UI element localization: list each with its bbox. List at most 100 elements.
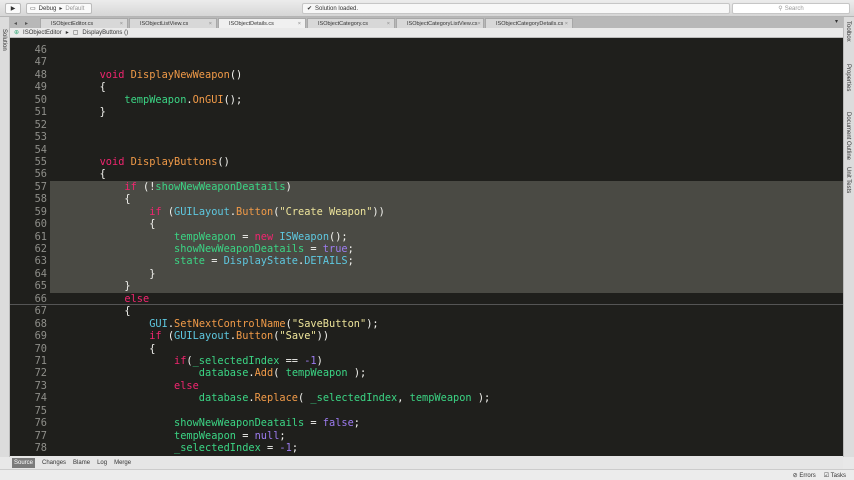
line-number: 64	[34, 267, 47, 280]
right-pad-bar: Toolbox Properties Document Outline Unit…	[843, 17, 854, 457]
view-tab-changes[interactable]: Changes	[42, 460, 66, 466]
view-tab-source[interactable]: Source	[12, 457, 36, 468]
view-tab-merge[interactable]: Merge	[114, 460, 131, 466]
code-line[interactable]: 56 {	[10, 168, 843, 180]
run-button[interactable]: ▶	[5, 3, 21, 14]
tab-1[interactable]: ISObjectListView.cs ×	[129, 18, 217, 28]
code-line[interactable]: 64 }	[10, 267, 843, 281]
code-line[interactable]: 66 else	[10, 292, 843, 306]
line-number: 51	[34, 106, 47, 119]
code-line[interactable]: 55 void DisplayButtons()	[10, 156, 843, 168]
close-tab-icon[interactable]: ×	[565, 21, 568, 27]
view-tab-blame[interactable]: Blame	[73, 460, 90, 466]
tab-2[interactable]: ISObjectDetails.cs ×	[218, 18, 306, 28]
code-line[interactable]: 48 void DisplayNewWeapon()	[10, 69, 843, 81]
code-line[interactable]: 77 tempWeapon = null;	[10, 430, 843, 442]
tasks-label: Tasks	[830, 472, 846, 479]
line-number: 72	[34, 367, 47, 380]
close-tab-icon[interactable]: ×	[209, 21, 212, 27]
code-token: -1	[304, 355, 317, 367]
code-editor[interactable]: 46 47 48 void DisplayNewWeapon() 49 {50 tem…	[10, 38, 843, 456]
code-token: ;	[347, 243, 354, 256]
breadcrumb: ⊕ ISObjectEditor ▸ ▢ DisplayButtons ()	[10, 28, 844, 38]
code-line[interactable]: 69 if (GUILayout.Button("Save"))	[10, 330, 843, 342]
code-line[interactable]: 72 database.Add( tempWeapon );	[10, 367, 843, 379]
line-number: 60	[34, 218, 47, 231]
code-token: {	[50, 342, 156, 355]
code-token: ;	[291, 442, 299, 455]
code-line[interactable]: 51 }	[10, 106, 843, 118]
code-line[interactable]: 78 _selectedIndex = -1;	[10, 442, 843, 454]
code-line[interactable]: 73 else	[10, 380, 843, 392]
breadcrumb-method[interactable]: DisplayButtons ()	[82, 30, 128, 36]
solution-pad-tab[interactable]: Solution	[1, 29, 7, 51]
code-line[interactable]: 52	[10, 119, 843, 131]
document-outline-pad-tab[interactable]: Document Outline	[845, 112, 851, 160]
tab-3[interactable]: ISObjectCategory.cs ×	[307, 18, 395, 28]
code-line[interactable]: 61 tempWeapon = new ISWeapon();	[10, 230, 843, 244]
line-number: 54	[34, 143, 47, 156]
code-line[interactable]: 67 {	[10, 305, 843, 317]
code-line[interactable]: 62 showNewWeaponDeatails = true;	[10, 243, 843, 256]
code-token: {	[50, 305, 131, 318]
code-token: )	[285, 180, 292, 193]
code-line[interactable]: 74 database.Replace( _selectedIndex, tem…	[10, 392, 843, 404]
view-tab-log[interactable]: Log	[97, 460, 107, 466]
code-token: (!	[143, 180, 156, 193]
code-token: tempWeapon	[285, 367, 348, 380]
code-token: "Save"	[279, 330, 317, 343]
line-number: 74	[34, 392, 47, 405]
check-icon: ✔	[307, 6, 313, 12]
code-line[interactable]: 46	[10, 44, 843, 56]
code-token: ;	[353, 417, 360, 430]
tab-0[interactable]: ISObjectEditor.cs ×	[40, 18, 128, 28]
code-line[interactable]: 68 GUI.SetNextControlName("SaveButton");	[10, 318, 843, 330]
properties-pad-tab[interactable]: Properties	[845, 64, 851, 91]
close-tab-icon[interactable]: ×	[478, 21, 481, 27]
code-line[interactable]: 76 showNewWeaponDeatails = false;	[10, 417, 843, 429]
code-line[interactable]: 75	[10, 405, 843, 417]
code-text: {	[50, 218, 843, 231]
close-tab-icon[interactable]: ×	[120, 21, 123, 27]
line-number: 58	[34, 193, 47, 206]
code-text: {	[50, 168, 843, 180]
code-line[interactable]: 49 {	[10, 81, 843, 93]
code-line[interactable]: 47	[10, 56, 843, 68]
code-token: database	[198, 367, 249, 380]
tab-back-icon[interactable]: ◂	[14, 20, 17, 27]
code-token: else	[124, 292, 150, 305]
tab-overflow-icon[interactable]: ▾	[835, 18, 838, 28]
code-line[interactable]: 60 {	[10, 218, 843, 231]
tab-forward-icon[interactable]: ▸	[25, 20, 28, 27]
code-line[interactable]: 54	[10, 144, 843, 156]
search-input[interactable]: ⚲ Search	[732, 3, 850, 14]
configuration-selector[interactable]: ▭ Debug ▸ Default	[26, 3, 92, 14]
code-line[interactable]: 57 if (!showNewWeaponDeatails)	[10, 180, 843, 194]
close-tab-icon[interactable]: ×	[298, 21, 301, 27]
search-placeholder: Search	[784, 5, 804, 12]
toolbox-pad-tab[interactable]: Toolbox	[845, 21, 851, 42]
breadcrumb-class[interactable]: ISObjectEditor	[23, 30, 62, 36]
code-text: tempWeapon = new ISWeapon();	[50, 230, 843, 244]
code-line[interactable]: 58 {	[10, 193, 843, 206]
code-line[interactable]: 71 if(_selectedIndex == -1)	[10, 355, 843, 367]
unit-tests-pad-tab[interactable]: Unit Tests	[845, 167, 851, 193]
code-line[interactable]: 53	[10, 131, 843, 143]
code-text: {	[50, 305, 843, 317]
code-line[interactable]: 59 if (GUILayout.Button("Create Weapon")…	[10, 205, 843, 219]
tasks-button[interactable]: ☑ Tasks	[824, 472, 846, 479]
errors-button[interactable]: ⊘ Errors	[793, 472, 816, 479]
code-line[interactable]: 65 }	[10, 280, 843, 293]
code-line[interactable]: 50 tempWeapon.OnGUI();	[10, 94, 843, 106]
tab-4[interactable]: ISObjectCategoryListView.cs ×	[396, 18, 484, 28]
tab-5[interactable]: ISObjectCategoryDetails.cs ×	[485, 18, 573, 28]
code-token: GUILayout	[174, 205, 230, 218]
close-tab-icon[interactable]: ×	[387, 21, 390, 27]
code-line[interactable]: 70 {	[10, 343, 843, 355]
code-line[interactable]: 63 state = DisplayState.DETAILS;	[10, 255, 843, 268]
code-token: {	[50, 218, 156, 231]
